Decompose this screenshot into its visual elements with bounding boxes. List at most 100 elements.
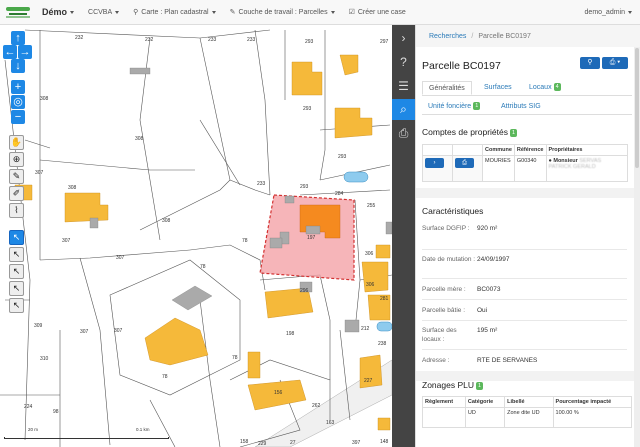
layer-menu[interactable]: ✎ Couche de travail : Parcelles <box>223 0 342 25</box>
surface-locaux-value: 195 m² <box>477 327 498 334</box>
create-case-label: Créer une case <box>357 8 406 16</box>
print-icon[interactable]: ⎙ <box>392 123 415 144</box>
user-menu[interactable]: demo_admin <box>578 0 640 25</box>
tab-badge: 4 <box>553 83 561 91</box>
locate-button[interactable]: ⚲ <box>580 57 600 69</box>
map-menu[interactable]: ⚲ Carte : Plan cadastral <box>126 0 222 25</box>
tab-surfaces[interactable]: Surfaces <box>478 81 518 95</box>
parcel-number: 307 <box>35 170 44 176</box>
column-header: Catégorie <box>464 396 506 408</box>
comptes-heading-label: Comptes de propriétés <box>422 127 508 137</box>
create-case-button[interactable]: ☑ Créer une case <box>342 0 413 25</box>
scale-label-left: 20 m <box>28 427 39 432</box>
parcel-number: 310 <box>40 356 49 362</box>
top-navbar: Démo CCVBA ⚲ Carte : Plan cadastral ✎ Couc… <box>0 0 640 25</box>
parcel-number: 308 <box>40 96 49 102</box>
cadastral-map[interactable]: 232 232 233 233 308 308 308 307 307 307 … <box>0 25 392 447</box>
zonages-table: Règlement Catégorie Libellé Pourcentage … <box>422 396 633 428</box>
parcel-number: 98 <box>53 409 59 415</box>
select-buffer-tool[interactable]: ↖ <box>9 298 24 313</box>
parcel-number: 212 <box>361 326 370 332</box>
parcel-number: 233 <box>257 181 266 187</box>
select-zone-tool[interactable]: ↖ <box>9 281 24 296</box>
pourcentage-cell: 100.00 % <box>552 407 633 428</box>
pan-right-button[interactable]: → <box>18 45 32 59</box>
tab-locaux[interactable]: Locaux 4 <box>523 81 567 95</box>
zonages-heading: Zonages PLU 1 <box>422 380 484 390</box>
table-row: › ⎙ MOURIES G00340 ● Monsieur SERVAS PAT… <box>422 155 628 182</box>
tab-label: Unité foncière <box>428 103 472 110</box>
measure-tool[interactable]: ⌇ <box>9 203 24 218</box>
parcel-number: 148 <box>380 439 389 445</box>
parcel-number: 308 <box>68 185 77 191</box>
zoom-in-button[interactable]: + <box>11 80 25 94</box>
parcel-number: 233 <box>247 37 256 43</box>
draw-line-tool[interactable]: ✎ <box>9 169 24 184</box>
scrollbar-thumb[interactable] <box>635 48 639 168</box>
pan-up-button[interactable]: ↑ <box>11 31 25 45</box>
layer-label: Couche de travail : Parcelles <box>238 8 328 16</box>
select-polygon-tool[interactable]: ↖ <box>9 264 24 279</box>
print-row-button[interactable]: ⎙ <box>455 158 474 168</box>
page-title: Parcelle BC0197 <box>422 60 501 72</box>
parcel-number: 293 <box>338 154 347 160</box>
parcel-number: 27 <box>290 440 296 446</box>
select-info-tool[interactable]: ↖ <box>9 247 24 262</box>
parcel-number: 78 <box>162 374 168 380</box>
column-header: Référence <box>513 144 547 156</box>
column-header: Règlement <box>422 396 466 408</box>
zoom-out-button[interactable]: − <box>11 110 25 124</box>
parcel-number: 232 <box>145 37 154 43</box>
project-menu[interactable]: Démo <box>36 0 81 25</box>
pan-hand-tool[interactable]: ✋ <box>9 135 24 150</box>
panel-scrollbar[interactable] <box>634 47 640 447</box>
caret-down-icon <box>115 10 120 14</box>
tab-generalites[interactable]: Généralités <box>422 81 472 95</box>
parcel-number: 306 <box>365 251 374 257</box>
zonages-badge: 1 <box>475 382 484 390</box>
chevron-right-icon[interactable]: › <box>392 28 415 49</box>
question-icon[interactable]: ? <box>392 52 415 73</box>
print-dropdown-button[interactable]: ⎙ ▾ <box>602 57 628 69</box>
zoom-box-tool[interactable]: ⊕ <box>9 152 24 167</box>
pan-down-button[interactable]: ↓ <box>11 59 25 73</box>
parcel-number: 309 <box>34 323 43 329</box>
comptes-heading: Comptes de propriétés 1 <box>422 127 518 137</box>
parcel-number: 255 <box>367 203 376 209</box>
reference-cell: G00340 <box>513 155 547 182</box>
caret-down-icon <box>628 10 632 14</box>
side-icon-bar: › ? ☰ ⌕ ⎙ <box>392 25 415 447</box>
parcel-number: 307 <box>114 328 123 334</box>
tab-label: Généralités <box>429 85 465 92</box>
tab-label: Surfaces <box>484 84 512 91</box>
parcel-number: 238 <box>378 341 387 347</box>
parcel-number: 224 <box>24 404 33 410</box>
table-row: UD Zone dite UD 100.00 % <box>422 407 633 428</box>
parcelle-mere-value: BC0073 <box>477 286 501 293</box>
tab-attributs-sig[interactable]: Attributs SIG <box>495 100 547 114</box>
ccvba-label: CCVBA <box>88 8 113 16</box>
search-icon[interactable]: ⌕ <box>392 99 415 120</box>
owner-cell: ● Monsieur SERVAS PATRICK GERALD <box>545 155 628 182</box>
app-logo[interactable] <box>6 3 36 21</box>
chevron-right-button[interactable]: › <box>425 158 444 168</box>
parcel-number: 78 <box>200 264 206 270</box>
breadcrumb-current: Parcelle BC0197 <box>478 32 531 40</box>
globe-icon[interactable]: ◎ <box>11 95 25 109</box>
ccvba-menu[interactable]: CCVBA <box>81 0 126 25</box>
caret-down-icon <box>330 10 335 14</box>
list-icon[interactable]: ☰ <box>392 76 415 97</box>
draw-polygon-tool[interactable]: ✐ <box>9 186 24 201</box>
surface-locaux-label: Surface des locaux : <box>422 327 457 343</box>
date-mutation-value: 24/09/1997 <box>477 256 510 263</box>
caret-down-icon <box>70 10 75 14</box>
select-pointer-tool[interactable]: ↖ <box>9 230 24 245</box>
parcel-number: 197 <box>307 235 316 241</box>
map-canvas[interactable]: 232 232 233 233 308 308 308 307 307 307 … <box>0 25 392 447</box>
breadcrumb-searches-link[interactable]: Recherches <box>429 33 466 40</box>
comptes-table: Commune Référence Propriétaires › ⎙ MOUR… <box>422 144 628 182</box>
pan-left-button[interactable]: ← <box>3 45 17 59</box>
map-marker-icon: ⚲ <box>587 59 593 66</box>
surface-dgfip-value: 920 m² <box>477 225 498 232</box>
tab-unite-fonciere[interactable]: Unité foncière 1 <box>422 100 486 114</box>
